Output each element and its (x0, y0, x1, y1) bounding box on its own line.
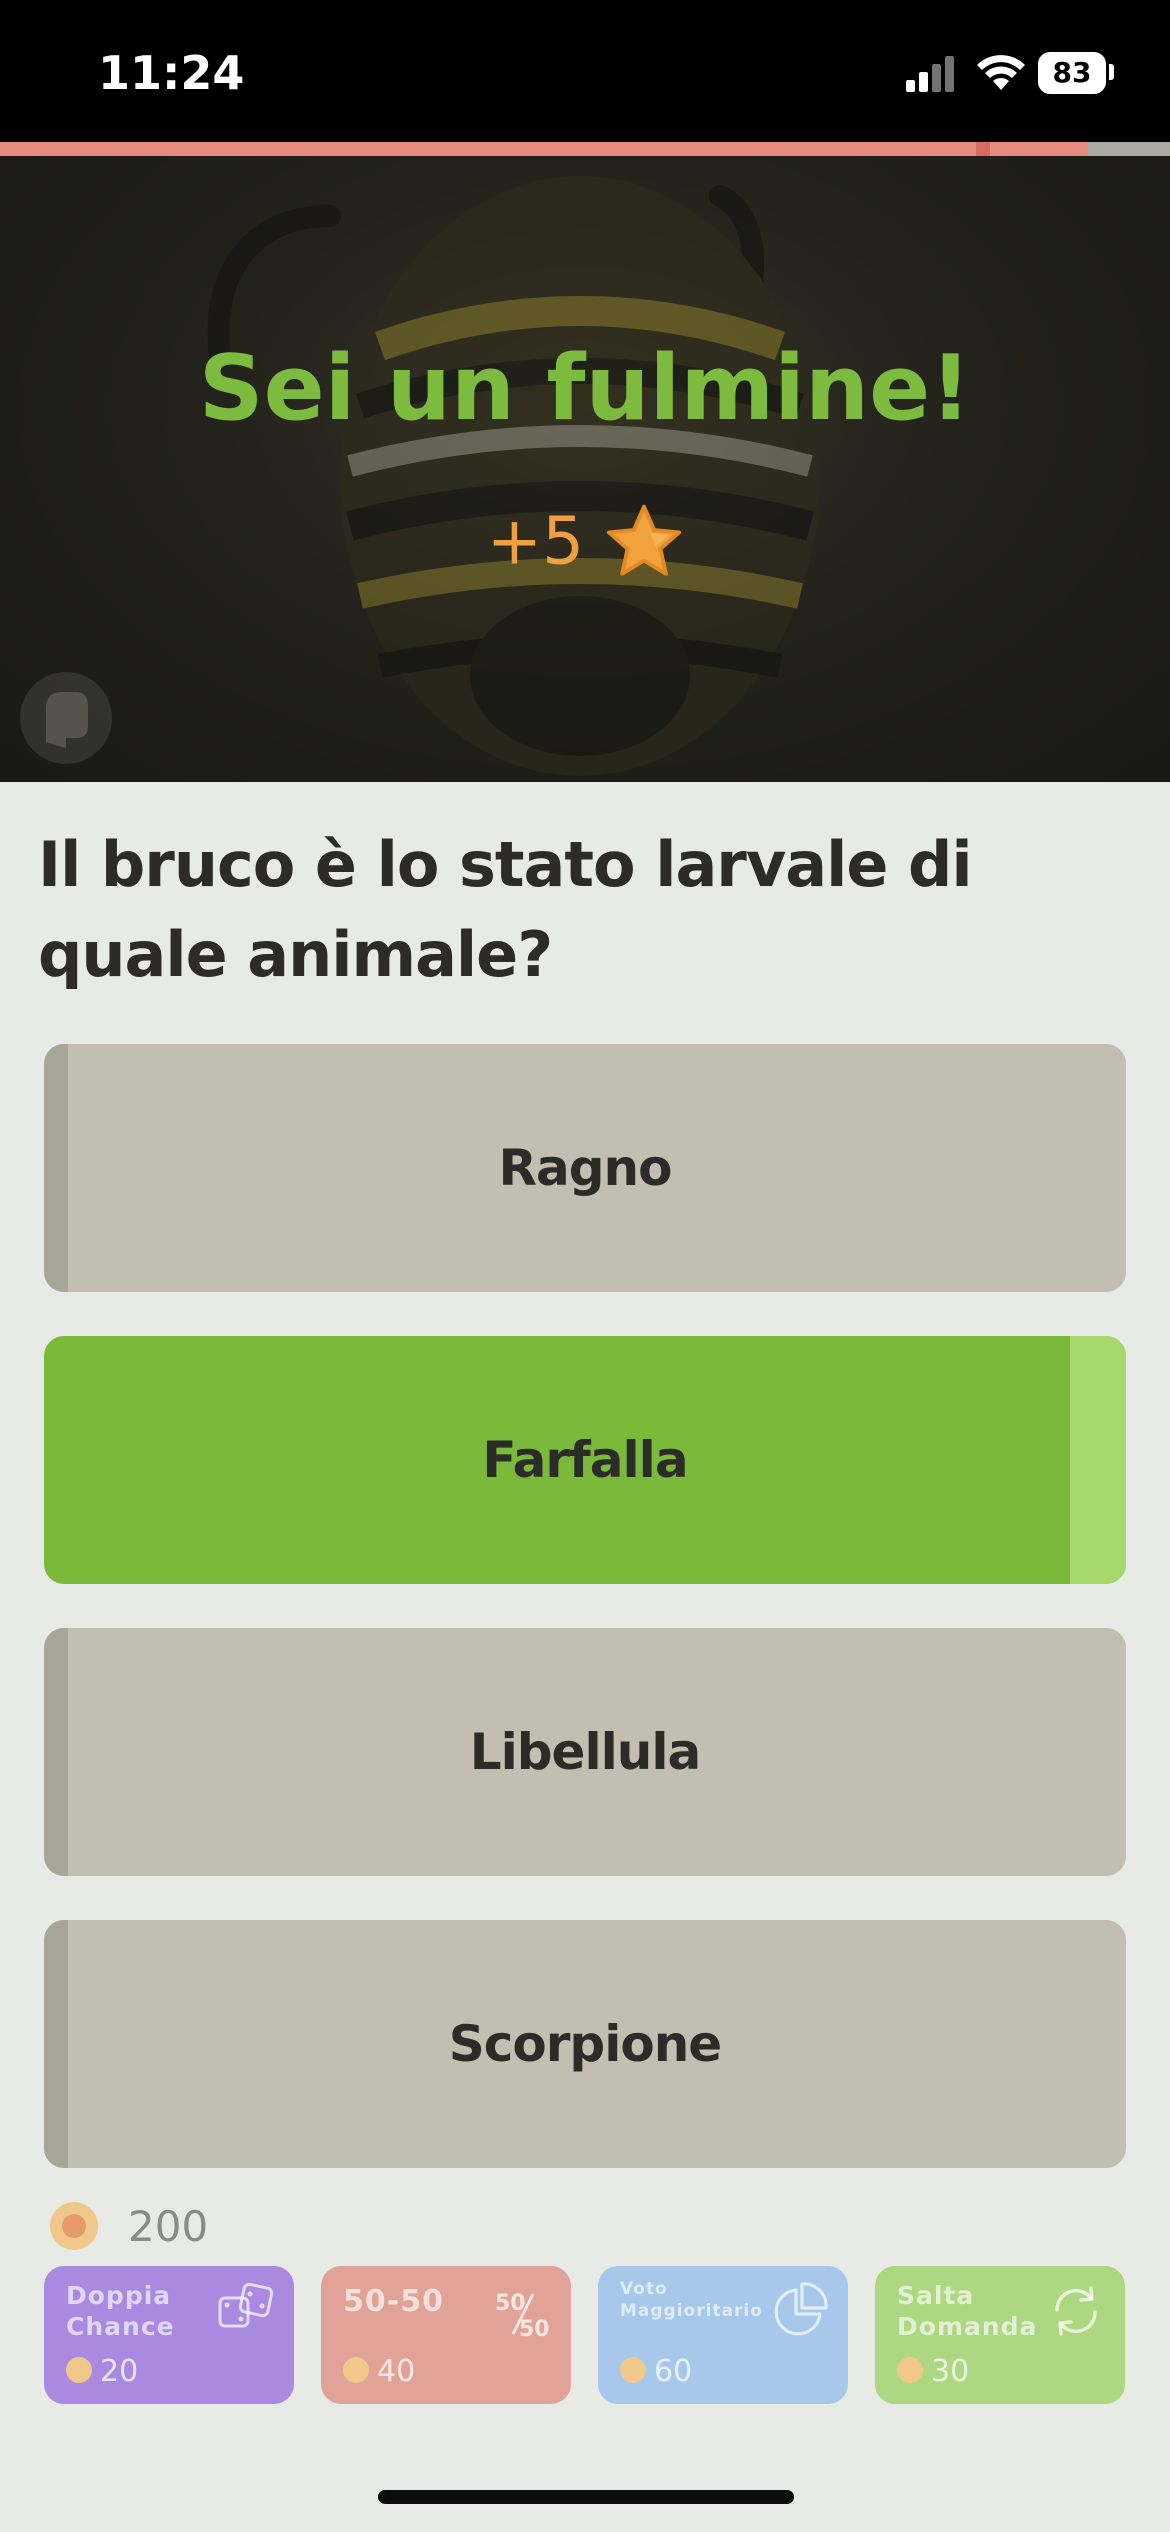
quiz-progress-fill (0, 142, 1089, 156)
powerup-doppia-chance-button[interactable]: Doppia Chance 20 (44, 2266, 294, 2404)
wifi-icon (977, 55, 1025, 90)
powerup-name-line2: Chance (66, 2312, 175, 2341)
battery-indicator: 83 (1038, 52, 1106, 94)
reward-points: +5 (486, 502, 585, 580)
powerup-cost-value: 40 (377, 2354, 416, 2389)
powerup-cost: 60 (620, 2354, 692, 2390)
answer-label: Scorpione (448, 2015, 722, 2073)
feedback-title: Sei un fulmine! (198, 336, 972, 441)
coin-icon (897, 2356, 923, 2383)
svg-text:50: 50 (495, 2291, 526, 2316)
home-indicator[interactable] (378, 2490, 794, 2504)
status-bar: 11:24 83 (0, 0, 1170, 142)
question-text: Il bruco è lo stato larvale di quale ani… (38, 828, 973, 991)
powerup-name: Salta Domanda (897, 2280, 1037, 2342)
answer-label: Ragno (498, 1139, 673, 1197)
powerup-cost-value: 20 (100, 2354, 139, 2389)
status-time: 11:24 (98, 46, 245, 100)
powerup-voto-maggioritario-button[interactable]: Voto Maggioritario 60 (598, 2266, 848, 2404)
powerup-name-line2: Domanda (897, 2312, 1038, 2341)
question-image: Sei un fulmine! +5 (0, 156, 1170, 782)
coin-icon (343, 2356, 369, 2383)
hero-dim-overlay (0, 156, 1170, 782)
powerup-50-50-button[interactable]: 50-50 50 50 40 (321, 2266, 571, 2404)
powerup-name: Doppia Chance (66, 2280, 175, 2342)
powerup-name-line1: Voto (620, 2279, 668, 2299)
refresh-icon (1055, 2286, 1097, 2336)
cellular-signal-icon (906, 56, 956, 92)
powerup-cost: 20 (66, 2354, 138, 2390)
powerup-cost-value: 30 (931, 2354, 970, 2389)
coin-balance-value: 200 (128, 2202, 209, 2251)
powerup-cost-value: 60 (654, 2354, 693, 2389)
quiz-progress-bar (0, 142, 1170, 156)
quiz-progress-marker (976, 142, 990, 156)
answer-option-4[interactable]: Scorpione (44, 1920, 1126, 2168)
powerup-salta-domanda-button[interactable]: Salta Domanda 30 (875, 2266, 1125, 2404)
answer-option-2-correct[interactable]: Farfalla (44, 1336, 1126, 1584)
powerup-name-line2: Maggioritario (620, 2301, 763, 2321)
powerup-cost: 30 (897, 2354, 969, 2390)
powerup-name-line1: Salta (897, 2281, 975, 2310)
star-icon (607, 504, 682, 576)
answer-label: Libellula (469, 1723, 701, 1781)
pie-chart-icon (774, 2282, 828, 2336)
powerup-name-line1: 50-50 (343, 2284, 444, 2319)
svg-text:50: 50 (519, 2317, 550, 2342)
answer-label: Farfalla (482, 1431, 688, 1489)
reward-row: +5 (0, 502, 1170, 580)
image-credit-logo (20, 672, 112, 764)
fifty-fifty-icon: 50 50 (495, 2291, 550, 2342)
powerup-cost: 40 (343, 2354, 415, 2390)
coin-icon (66, 2356, 92, 2383)
answer-option-1[interactable]: Ragno (44, 1044, 1126, 1292)
coin-icon (50, 2202, 98, 2250)
powerup-name-line1: Doppia (66, 2281, 172, 2310)
dice-icon (218, 2282, 274, 2328)
powerup-name: 50-50 (343, 2286, 444, 2317)
coin-icon (620, 2356, 646, 2383)
powerup-name: Voto Maggioritario (620, 2278, 763, 2322)
battery-tip (1109, 64, 1114, 80)
answer-option-3[interactable]: Libellula (44, 1628, 1126, 1876)
